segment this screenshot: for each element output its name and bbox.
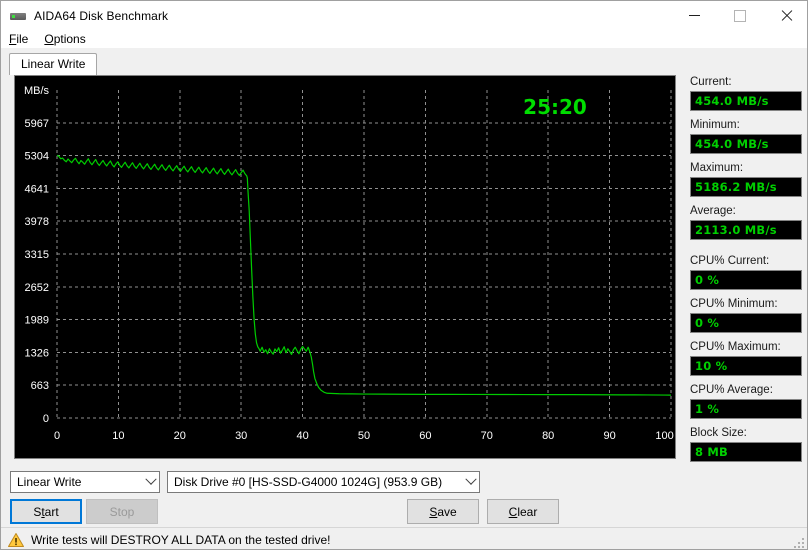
stat-block: Maximum: 5186.2 MB/s: [690, 161, 802, 197]
stat-value: 5186.2 MB/s: [690, 177, 802, 197]
chart-series-line: [56, 154, 672, 396]
y-axis-tick-label: 1989: [25, 315, 49, 327]
elapsed-timer: 25:20: [523, 95, 587, 119]
x-axis-tick-label: 80: [542, 430, 554, 442]
start-button[interactable]: Start: [10, 499, 82, 524]
statistics-panel: Current: 454.0 MB/s Minimum: 454.0 MB/s Maxi…: [690, 75, 802, 469]
benchmark-mode-value: Linear Write: [17, 475, 82, 489]
resize-grip[interactable]: [793, 537, 805, 549]
clear-button[interactable]: Clear: [487, 499, 559, 524]
close-button[interactable]: [763, 1, 807, 30]
maximize-button[interactable]: [717, 1, 763, 30]
stat-block: Average: 2113.0 MB/s: [690, 204, 802, 240]
stat-label: Maximum:: [690, 162, 744, 174]
menu-item-options[interactable]: Options: [36, 30, 93, 48]
x-axis-tick-label: 90: [603, 430, 615, 442]
window-title: AIDA64 Disk Benchmark: [34, 8, 169, 23]
chart-canvas: 0 663 1326 1989 2652 3315 3978 4641 5304 5967 MB/s…: [24, 85, 675, 442]
stat-label: Minimum:: [690, 119, 740, 131]
stop-button-label: Stop: [109, 504, 135, 519]
y-axis-tick-label: 2652: [25, 282, 49, 294]
stat-value: 454.0 MB/s: [690, 91, 802, 111]
stat-value: 0 %: [690, 313, 802, 333]
stat-value: 454.0 MB/s: [690, 134, 802, 154]
y-axis-tick-label: 4641: [25, 183, 49, 195]
benchmark-chart: 0 663 1326 1989 2652 3315 3978 4641 5304 5967 MB/s…: [14, 75, 676, 459]
x-axis-tick-label: 10: [112, 430, 124, 442]
maximize-icon: [734, 9, 746, 22]
stat-value: 8 MB: [690, 442, 802, 462]
stat-block: Current: 454.0 MB/s: [690, 75, 802, 111]
x-axis-tick-label: 60: [419, 430, 431, 442]
stat-block: CPU% Average: 1 %: [690, 383, 802, 419]
drive-select[interactable]: Disk Drive #0 [HS-SSD-G4000 1024G] (953.…: [167, 471, 480, 493]
stat-block: CPU% Minimum: 0 %: [690, 297, 802, 333]
x-axis-tick-label: 70: [481, 430, 493, 442]
y-axis-tick-label: 3978: [25, 216, 49, 228]
aida64-disk-benchmark-window: AIDA64 Disk Benchmark File Options Linea…: [0, 0, 808, 550]
window-controls: [671, 1, 807, 30]
x-axis-tick-label: 40: [296, 430, 308, 442]
stat-block: CPU% Current: 0 %: [690, 254, 802, 290]
chevron-down-icon: [462, 472, 479, 492]
stat-value: 0 %: [690, 270, 802, 290]
stat-label: Current:: [690, 76, 732, 88]
y-axis-tick-label: 0: [43, 413, 49, 425]
save-button[interactable]: Save: [407, 499, 479, 524]
chevron-down-icon: [142, 472, 159, 492]
x-axis-tick-label: 20: [174, 430, 186, 442]
close-icon: [781, 10, 792, 21]
disk-drive-icon: [10, 8, 26, 24]
stat-block: Block Size: 8 MB: [690, 426, 802, 462]
start-button-label: Start: [33, 504, 59, 519]
status-bar: Write tests will DESTROY ALL DATA on the…: [1, 527, 807, 549]
status-message: Write tests will DESTROY ALL DATA on the…: [31, 532, 331, 547]
stat-label: Block Size:: [690, 427, 747, 439]
stat-label: CPU% Minimum:: [690, 298, 778, 310]
minimize-button[interactable]: [671, 1, 717, 30]
y-axis-tick-label: 1326: [25, 347, 49, 359]
x-axis-tick-label: 0: [54, 430, 60, 442]
benchmark-mode-select[interactable]: Linear Write: [10, 471, 160, 493]
stat-label: CPU% Current:: [690, 255, 770, 267]
tab-strip: Linear Write: [9, 53, 801, 75]
stat-label: Average:: [690, 205, 736, 217]
stat-label: CPU% Maximum:: [690, 341, 781, 353]
y-axis-tick-label: 663: [31, 380, 49, 392]
title-bar: AIDA64 Disk Benchmark: [1, 1, 807, 30]
y-axis-tick-label: 5967: [25, 118, 49, 130]
y-axis-tick-label: 5304: [25, 151, 49, 163]
stat-value: 1 %: [690, 399, 802, 419]
x-axis-tick-label: 30: [235, 430, 247, 442]
save-button-label: Save: [429, 504, 457, 519]
drive-select-value: Disk Drive #0 [HS-SSD-G4000 1024G] (953.…: [174, 475, 443, 489]
stat-label: CPU% Average:: [690, 384, 773, 396]
stop-button: Stop: [86, 499, 158, 524]
minimize-icon: [688, 15, 700, 16]
y-axis-tick-label: 3315: [25, 249, 49, 261]
stat-value: 2113.0 MB/s: [690, 220, 802, 240]
menu-item-file[interactable]: File: [1, 30, 36, 48]
clear-button-label: Clear: [508, 504, 538, 519]
warning-triangle-icon: [8, 532, 24, 547]
tab-linear-write[interactable]: Linear Write: [9, 53, 98, 75]
menu-item-options-label: ptions: [53, 32, 86, 46]
x-axis-tick-label: 50: [358, 430, 370, 442]
stat-value: 10 %: [690, 356, 802, 376]
stat-block: Minimum: 454.0 MB/s: [690, 118, 802, 154]
menu-bar: File Options: [1, 30, 807, 48]
stat-block: CPU% Maximum: 10 %: [690, 340, 802, 376]
y-axis-unit-label: MB/s: [24, 85, 50, 97]
menu-item-file-label: ile: [16, 32, 29, 46]
x-axis-tick-label: 100 %: [655, 430, 675, 442]
